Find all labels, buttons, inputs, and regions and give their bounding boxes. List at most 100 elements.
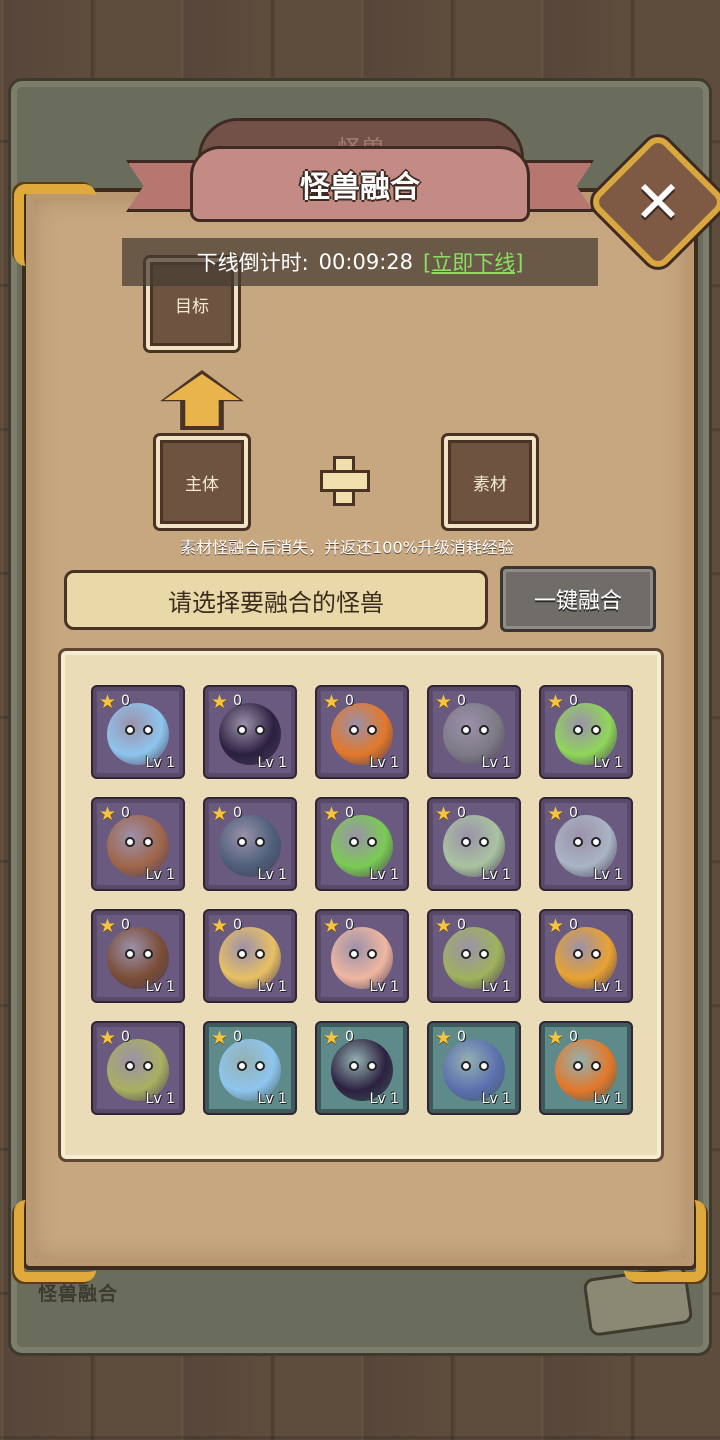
- gold-corner-top-left: [14, 184, 96, 266]
- monster-card-mushroom[interactable]: ★ 0 Lv 1: [541, 911, 631, 1001]
- eye: [349, 836, 359, 847]
- star-count: 0: [233, 693, 242, 709]
- one-click-fuse-button[interactable]: 一键融合: [500, 566, 656, 632]
- star-icon: ★: [547, 1027, 565, 1049]
- monster-level: Lv 1: [481, 979, 511, 995]
- eye: [573, 836, 583, 847]
- monster-card-dog[interactable]: ★ 0 Lv 1: [205, 911, 295, 1001]
- eye: [479, 948, 489, 959]
- monster-card-blue-slime[interactable]: ★ 0 Lv 1: [93, 687, 183, 777]
- eye: [237, 948, 247, 959]
- star-icon: ★: [435, 1027, 453, 1049]
- star-count: 0: [233, 805, 242, 821]
- star-icon: ★: [547, 915, 565, 937]
- material-slot[interactable]: 素材: [444, 436, 536, 528]
- star-count: 0: [569, 1029, 578, 1045]
- select-prompt: 请选择要融合的怪兽: [64, 570, 488, 630]
- monster-card-rock-golem[interactable]: ★ 0 Lv 1: [541, 799, 631, 889]
- star-count: 0: [345, 805, 354, 821]
- monster-level: Lv 1: [257, 755, 287, 771]
- eye: [367, 836, 377, 847]
- star-icon: ★: [435, 803, 453, 825]
- star-count: 0: [345, 693, 354, 709]
- eye: [591, 1060, 601, 1071]
- monster-level: Lv 1: [593, 867, 623, 883]
- monster-card-mimic-chest[interactable]: ★ 0 Lv 1: [93, 799, 183, 889]
- star-count: 0: [121, 805, 130, 821]
- eye: [461, 1060, 471, 1071]
- eye: [479, 836, 489, 847]
- main-slot[interactable]: 主体: [156, 436, 248, 528]
- monster-card-axolotl[interactable]: ★ 0 Lv 1: [317, 911, 407, 1001]
- eye: [255, 836, 265, 847]
- star-icon: ★: [323, 1027, 341, 1049]
- star-icon: ★: [435, 915, 453, 937]
- material-slot-label: 素材: [473, 474, 507, 495]
- star-count: 0: [457, 917, 466, 933]
- monster-level: Lv 1: [481, 867, 511, 883]
- target-slot-label: 目标: [175, 296, 209, 317]
- monster-level: Lv 1: [593, 755, 623, 771]
- star-count: 0: [345, 917, 354, 933]
- page-title: 怪兽融合: [300, 170, 420, 205]
- star-icon: ★: [211, 1027, 229, 1049]
- star-icon: ★: [99, 691, 117, 713]
- countdown-time: 00:09:28: [318, 250, 413, 274]
- eye: [349, 724, 359, 735]
- monster-card-treant[interactable]: ★ 0 Lv 1: [93, 911, 183, 1001]
- monster-card-big-mouth[interactable]: ★ 0 Lv 1: [205, 799, 295, 889]
- monster-level: Lv 1: [257, 1091, 287, 1107]
- star-icon: ★: [211, 691, 229, 713]
- eye: [143, 1060, 153, 1071]
- monster-level: Lv 1: [369, 979, 399, 995]
- monster-card-chomper[interactable]: ★ 0 Lv 1: [429, 1023, 519, 1113]
- eye: [237, 1060, 247, 1071]
- monster-level: Lv 1: [369, 867, 399, 883]
- title-ribbon: 怪兽融合: [190, 146, 530, 222]
- monster-card-green-sprout[interactable]: ★ 0 Lv 1: [541, 687, 631, 777]
- star-icon: ★: [211, 803, 229, 825]
- monster-card-dark-orb[interactable]: ★ 0 Lv 1: [205, 687, 295, 777]
- monster-level: Lv 1: [369, 1091, 399, 1107]
- gold-corner-bottom-left: [14, 1200, 96, 1282]
- monster-level: Lv 1: [145, 1091, 175, 1107]
- monster-level: Lv 1: [145, 979, 175, 995]
- monster-card-fire-snail[interactable]: ★ 0 Lv 1: [541, 1023, 631, 1113]
- star-count: 0: [569, 917, 578, 933]
- monster-card-fire-snail[interactable]: ★ 0 Lv 1: [317, 687, 407, 777]
- eye: [349, 1060, 359, 1071]
- eye: [255, 948, 265, 959]
- monster-card-dark-orb[interactable]: ★ 0 Lv 1: [317, 1023, 407, 1113]
- star-count: 0: [457, 1029, 466, 1045]
- star-count: 0: [457, 693, 466, 709]
- star-icon: ★: [547, 691, 565, 713]
- countdown-label: 下线倒计时:: [196, 251, 309, 275]
- monster-card-flytrap[interactable]: ★ 0 Lv 1: [429, 911, 519, 1001]
- eye: [479, 1060, 489, 1071]
- star-icon: ★: [435, 691, 453, 713]
- monster-level: Lv 1: [145, 867, 175, 883]
- gold-corner-bottom-right: [624, 1200, 706, 1282]
- monster-card-green-slime[interactable]: ★ 0 Lv 1: [317, 799, 407, 889]
- offline-now-link[interactable]: [立即下线]: [423, 247, 523, 277]
- monster-card-moss-golem[interactable]: ★ 0 Lv 1: [429, 799, 519, 889]
- monster-level: Lv 1: [593, 1091, 623, 1107]
- star-icon: ★: [99, 915, 117, 937]
- eye: [349, 948, 359, 959]
- eye: [125, 948, 135, 959]
- monster-card-blue-slime[interactable]: ★ 0 Lv 1: [205, 1023, 295, 1113]
- monster-grid: ★ 0 Lv 1 ★ 0 Lv 1 ★ 0 Lv 1 ★ 0 Lv 1 ★ 0 Lv 1 ★ 0 Lv 1 ★ 0 Lv…: [58, 648, 664, 1162]
- monster-level: Lv 1: [257, 867, 287, 883]
- eye: [461, 948, 471, 959]
- eye: [479, 724, 489, 735]
- eye: [591, 836, 601, 847]
- eye: [367, 1060, 377, 1071]
- monster-card-ghost-girl[interactable]: ★ 0 Lv 1: [429, 687, 519, 777]
- close-icon[interactable]: ✕: [608, 152, 708, 252]
- monster-card-lizard[interactable]: ★ 0 Lv 1: [93, 1023, 183, 1113]
- star-count: 0: [121, 693, 130, 709]
- star-count: 0: [233, 1029, 242, 1045]
- eye: [143, 948, 153, 959]
- slate-caption: 怪兽融合: [38, 1283, 119, 1305]
- star-count: 0: [457, 805, 466, 821]
